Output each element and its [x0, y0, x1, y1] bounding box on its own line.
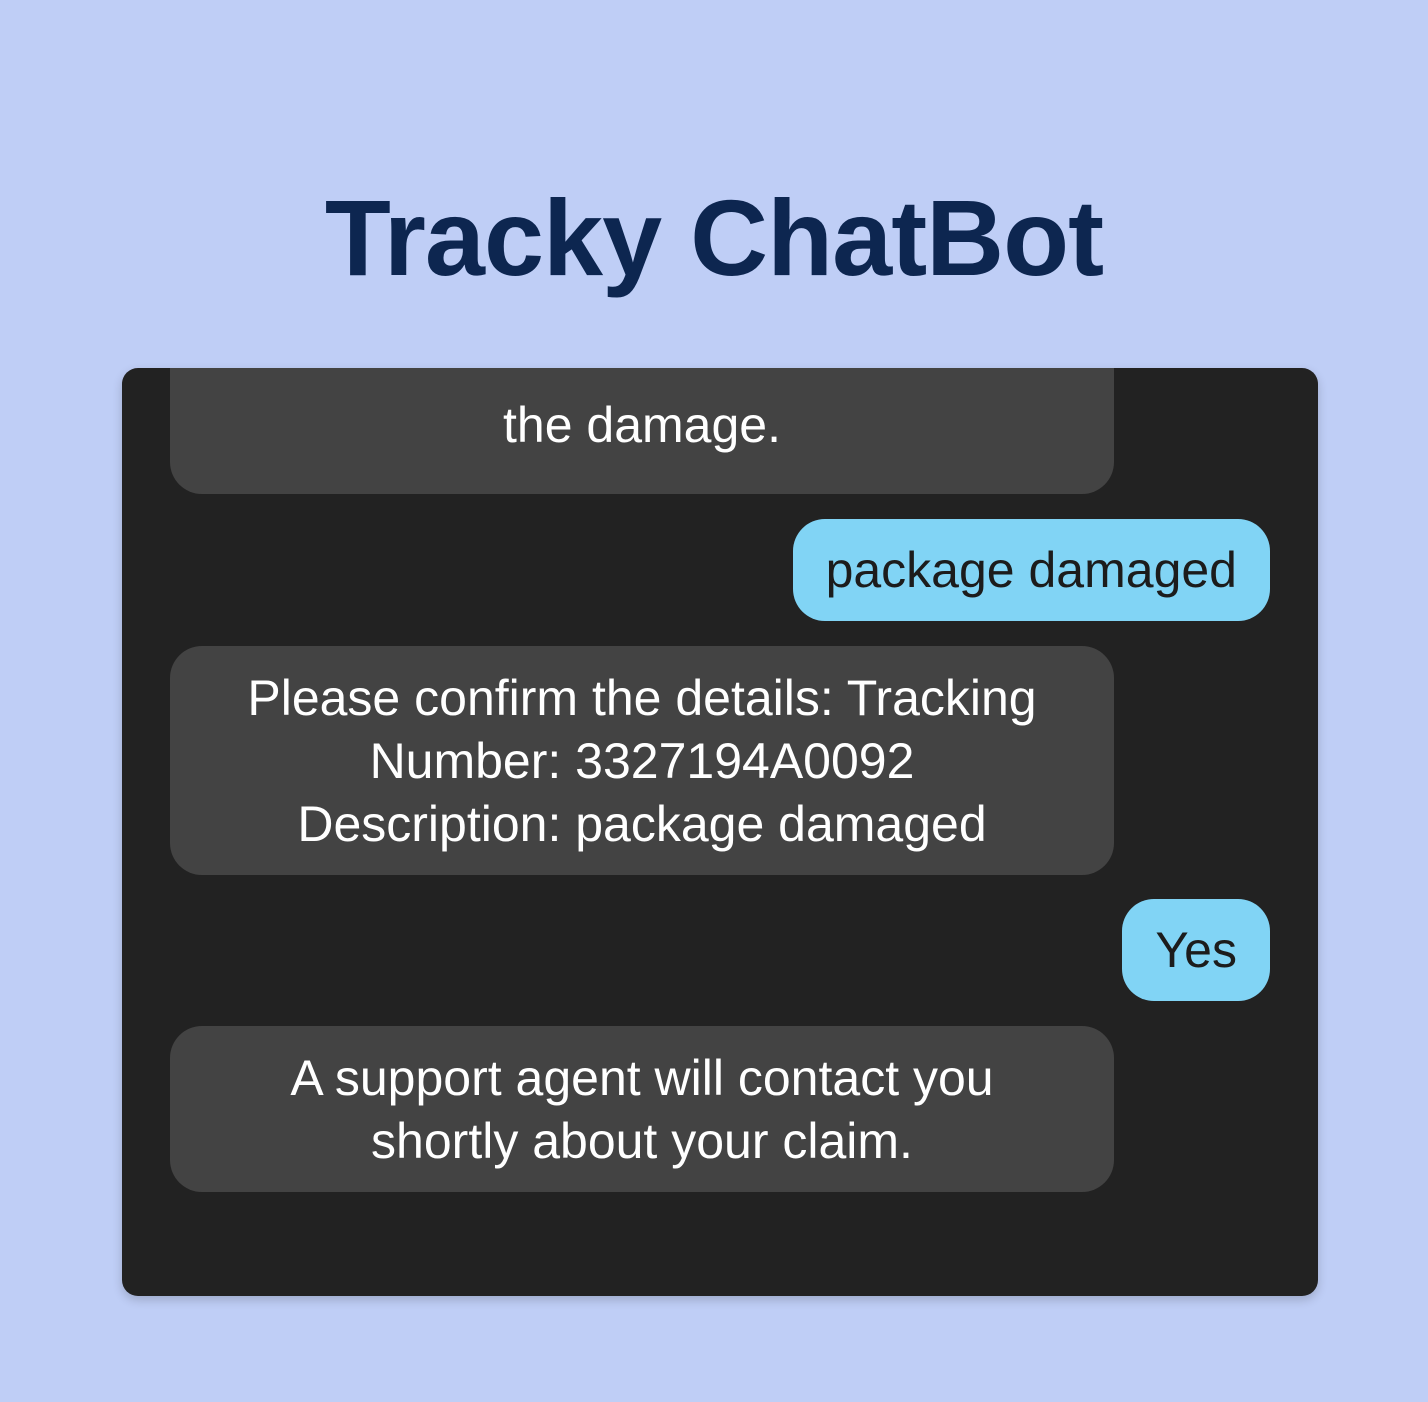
- user-message: Yes: [1122, 899, 1270, 1001]
- page-title: Tracky ChatBot: [324, 177, 1104, 298]
- chat-window[interactable]: the damage. package damaged Please confi…: [122, 368, 1318, 1296]
- bot-message: A support agent will contact you shortly…: [170, 1026, 1114, 1192]
- bot-message: Please confirm the details: Tracking Num…: [170, 646, 1114, 875]
- bot-message: the damage.: [170, 368, 1114, 494]
- user-message: package damaged: [792, 519, 1270, 621]
